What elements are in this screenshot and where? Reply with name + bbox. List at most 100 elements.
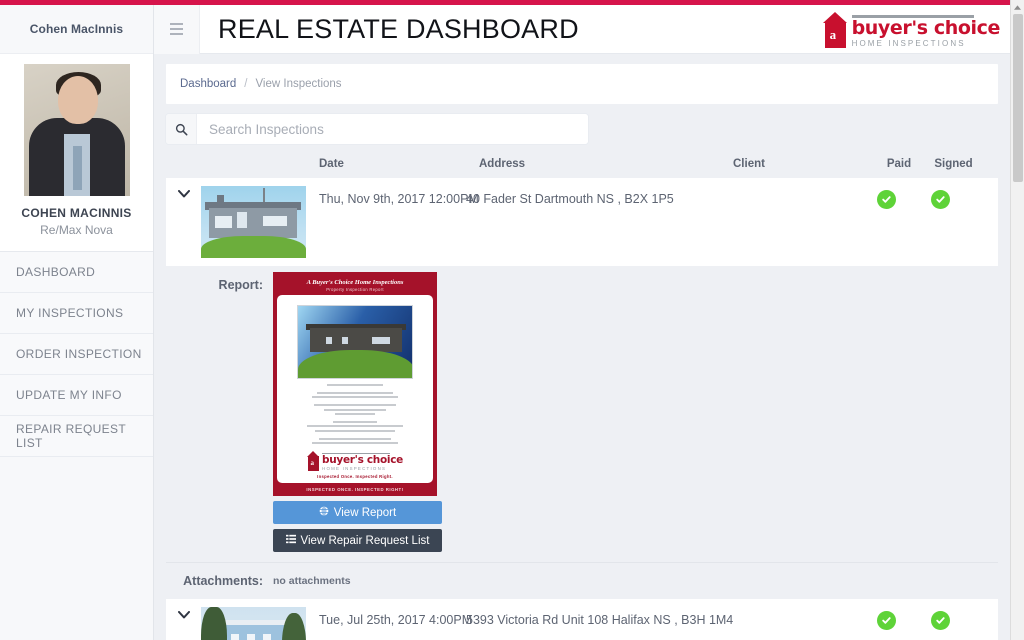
sidebar-item-label: ORDER INSPECTION [16, 347, 142, 361]
page-scrollbar[interactable] [1010, 0, 1024, 640]
hamburger-icon[interactable] [154, 4, 200, 54]
table-header: Date Address Client Paid Signed [166, 150, 998, 178]
table-row[interactable]: Thu, Nov 9th, 2017 12:00PM 40 Fader St D… [166, 178, 998, 266]
logo-wordmark: buyer's choice HOME INSPECTIONS [851, 15, 1000, 48]
attachments-row: Attachments: no attachments [166, 562, 998, 599]
row-paid-status [860, 607, 912, 630]
accent-top-bar [0, 0, 1024, 5]
text-line [335, 412, 375, 415]
thumb-lawn [201, 236, 306, 258]
row-client [720, 607, 860, 613]
view-report-label: View Report [333, 506, 397, 519]
scrollbar-thumb[interactable] [1013, 14, 1023, 182]
scroll-up-arrow-icon[interactable] [1011, 0, 1024, 14]
house-icon: a [822, 12, 848, 48]
sidebar-item-label: REPAIR REQUEST LIST [16, 422, 126, 450]
sidebar-item-order-inspection[interactable]: ORDER INSPECTION [0, 334, 153, 375]
view-repair-request-list-button[interactable]: View Repair Request List [273, 529, 442, 552]
sidebar-item-my-inspections[interactable]: MY INSPECTIONS [0, 293, 153, 334]
table-header-paid: Paid [886, 158, 912, 170]
report-cover-logo: a buyer's choice HOME INSPECTIONS [287, 451, 423, 472]
photo-window [326, 336, 332, 344]
report-label: Report: [218, 278, 263, 292]
row-address: 40 Fader St Dartmouth NS , B2X 1P5 [466, 192, 674, 206]
globe-icon [319, 506, 329, 519]
sidebar-item-dashboard[interactable]: DASHBOARD [0, 252, 153, 293]
avatar [23, 64, 130, 196]
logo-sub-text: HOME INSPECTIONS [851, 39, 966, 48]
report-column: A Buyer's Choice Home Inspections Proper… [273, 272, 442, 552]
text-line [333, 420, 377, 423]
row-signed-status [912, 607, 969, 630]
row-expand-toggle[interactable] [166, 186, 201, 198]
text-line [319, 437, 391, 440]
row-date: Thu, Nov 9th, 2017 12:00PM [319, 192, 479, 206]
sidebar: Cohen MacInnis COHEN MACINNIS Re/Max Nov… [0, 0, 154, 640]
breadcrumb-current: View Inspections [255, 78, 342, 90]
profile-company: Re/Max Nova [40, 223, 113, 237]
report-cover-thumbnail[interactable]: A Buyer's Choice Home Inspections Proper… [273, 272, 437, 496]
attachments-label: Attachments: [183, 574, 263, 588]
report-cover-photo [297, 304, 413, 379]
logo-letter: a [310, 459, 315, 468]
view-repair-label: View Repair Request List [300, 534, 430, 547]
thumb-window [247, 634, 255, 640]
table-header-client: Client [733, 158, 765, 170]
search-input[interactable] [197, 114, 588, 144]
hamburger-bar [170, 33, 183, 35]
row-expand-toggle[interactable] [166, 607, 201, 619]
avatar-tie [72, 146, 82, 190]
check-circle-icon [931, 190, 950, 209]
hamburger-bar [170, 28, 183, 30]
thumb-window [215, 216, 232, 228]
sidebar-item-label: DASHBOARD [16, 265, 96, 279]
table-row[interactable]: Tue, Jul 25th, 2017 4:00PM 5393 Victoria… [166, 599, 998, 640]
table-header-address: Address [479, 158, 526, 170]
row-signed-status [912, 186, 969, 209]
logo-main-text: buyer's choice [322, 454, 403, 467]
sidebar-item-label: MY INSPECTIONS [16, 306, 124, 320]
breadcrumb-dashboard-link[interactable]: Dashboard [180, 78, 236, 90]
property-thumbnail[interactable] [201, 186, 306, 258]
logo-wordmark: buyer's choice HOME INSPECTIONS [322, 452, 403, 471]
text-line [317, 391, 393, 394]
photo-window [372, 336, 390, 344]
attachments-value: no attachments [273, 575, 351, 587]
report-cover-footer: INSPECTED ONCE. INSPECTED RIGHT! [306, 486, 404, 492]
report-cover-title: A Buyer's Choice Home Inspections [306, 279, 404, 286]
report-cover-body: a buyer's choice HOME INSPECTIONS Inspec… [277, 294, 433, 483]
row-address: 5393 Victoria Rd Unit 108 Halifax NS , B… [466, 613, 734, 627]
breadcrumb-separator: / [244, 78, 248, 90]
text-line [312, 442, 398, 445]
photo-window [342, 336, 348, 344]
text-line [314, 404, 396, 407]
text-line [327, 383, 383, 386]
profile-block: COHEN MACINNIS Re/Max Nova [0, 54, 153, 252]
property-thumbnail[interactable] [201, 607, 306, 640]
photo-lawn [298, 349, 412, 378]
hamburger-bar [170, 23, 183, 25]
main-content: Dashboard / View Inspections Date Addres… [154, 54, 1010, 640]
breadcrumb: Dashboard / View Inspections [166, 64, 998, 104]
row-date: Tue, Jul 25th, 2017 4:00PM [319, 613, 473, 627]
row-client [720, 186, 860, 192]
sidebar-item-repair-request-list[interactable]: REPAIR REQUEST LIST [0, 416, 153, 457]
check-circle-icon [931, 611, 950, 630]
page-title: REAL ESTATE DASHBOARD [218, 13, 579, 44]
page-header: REAL ESTATE DASHBOARD a buyer's choice H… [154, 4, 1024, 54]
text-line [315, 429, 395, 432]
list-icon [285, 534, 296, 547]
row-detail-panel: Report: A Buyer's Choice Home Inspection… [166, 266, 998, 599]
thumb-window [263, 216, 287, 226]
search-icon[interactable] [166, 114, 197, 144]
table-header-date: Date [319, 158, 344, 170]
check-circle-icon [876, 190, 896, 209]
sidebar-item-update-my-info[interactable]: UPDATE MY INFO [0, 375, 153, 416]
avatar-face [57, 76, 98, 124]
report-cover-text-lines [287, 383, 423, 445]
view-report-button[interactable]: View Report [273, 501, 442, 524]
report-cover-subtitle: Property Inspection Report [326, 286, 384, 292]
sidebar-nav: DASHBOARD MY INSPECTIONS ORDER INSPECTIO… [0, 252, 153, 457]
profile-name: COHEN MACINNIS [21, 206, 132, 220]
logo-sub-text: HOME INSPECTIONS [322, 465, 387, 471]
